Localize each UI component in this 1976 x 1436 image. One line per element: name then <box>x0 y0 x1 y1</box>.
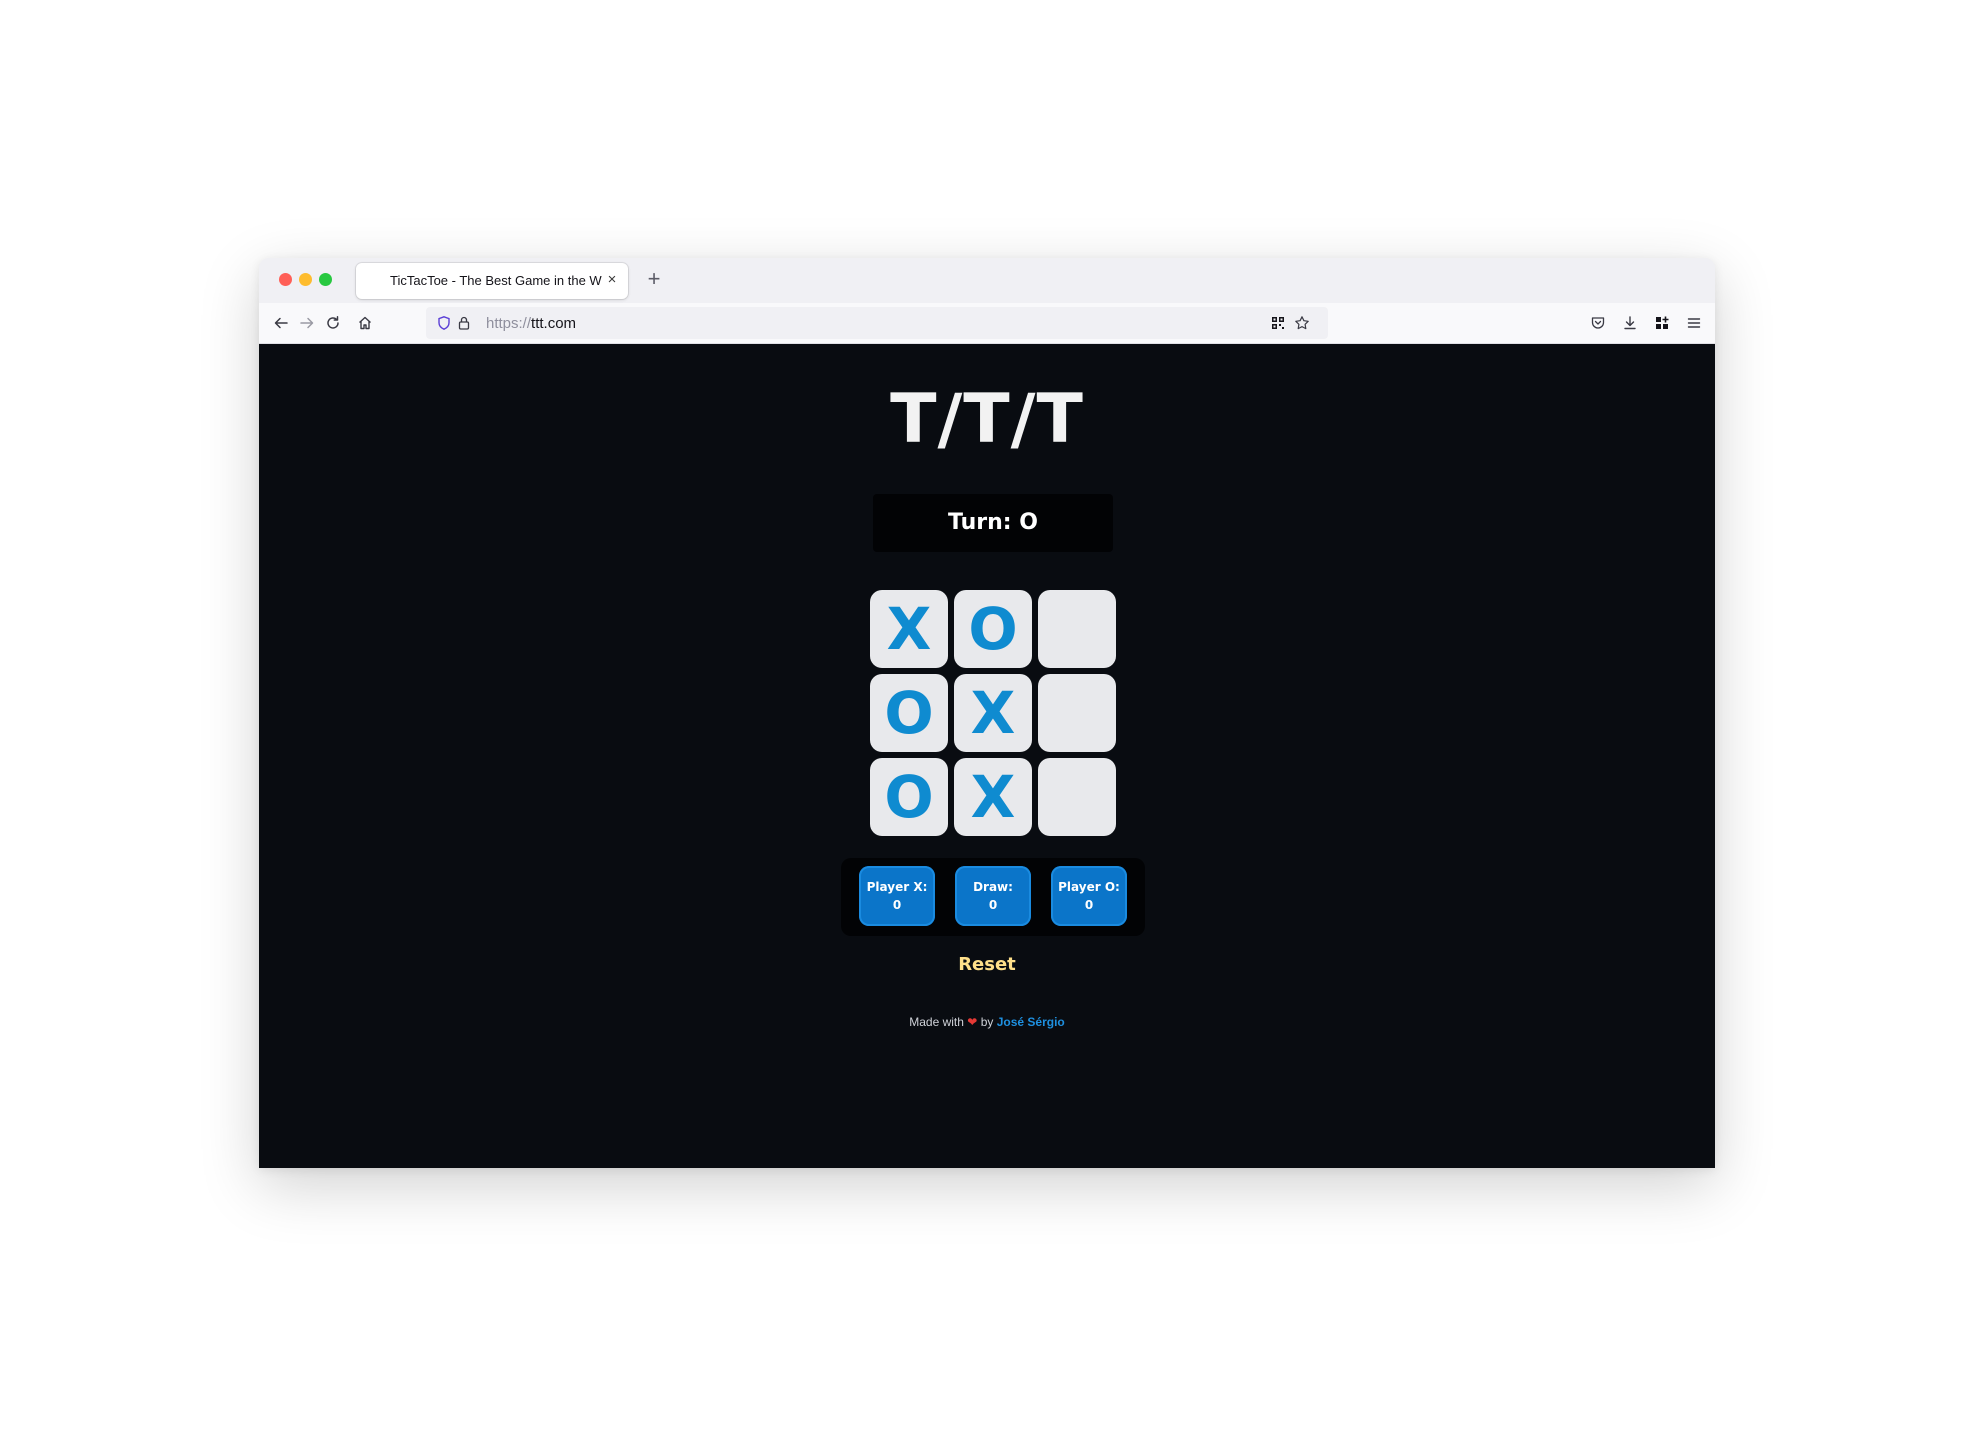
board-cell-1[interactable]: X <box>870 590 948 668</box>
player-x-score-value: 0 <box>892 898 902 912</box>
page-content: T/T/T Turn: O X O O X O X Player X: 0 Dr… <box>259 344 1715 1168</box>
heart-icon: ❤ <box>967 1015 978 1029</box>
player-x-score-label: Player X: <box>866 880 928 894</box>
tab-title: TicTacToe - The Best Game in the Wo <box>390 273 602 288</box>
board-cell-9[interactable] <box>1038 758 1116 836</box>
url-host: ttt.com <box>531 315 577 332</box>
draw-score[interactable]: Draw: 0 <box>955 866 1031 926</box>
bookmark-star-icon[interactable] <box>1290 311 1314 335</box>
draw-score-label: Draw: <box>973 880 1013 894</box>
reset-button[interactable]: Reset <box>259 954 1715 975</box>
board-cell-7[interactable]: O <box>870 758 948 836</box>
forward-icon[interactable] <box>295 311 319 335</box>
menu-icon[interactable] <box>1682 311 1706 335</box>
url-scheme: https:// <box>486 315 532 332</box>
player-x-score[interactable]: Player X: 0 <box>859 866 935 926</box>
close-window-button[interactable] <box>279 273 292 286</box>
home-icon[interactable] <box>353 311 377 335</box>
footer-made-with: Made with <box>909 1015 964 1029</box>
board-cell-5[interactable]: X <box>954 674 1032 752</box>
maximize-window-button[interactable] <box>319 273 332 286</box>
reload-icon[interactable] <box>321 311 345 335</box>
scoreboard: Player X: 0 Draw: 0 Player O: 0 <box>841 858 1145 936</box>
extensions-icon[interactable] <box>1650 311 1674 335</box>
url-field[interactable]: https://ttt.com <box>486 315 576 332</box>
author-link[interactable]: José Sérgio <box>997 1015 1065 1029</box>
qr-code-icon[interactable] <box>1266 311 1290 335</box>
game-board: X O O X O X <box>870 590 1116 836</box>
navigation-toolbar: https://ttt.com <box>259 303 1715 344</box>
player-o-score-value: 0 <box>1084 898 1094 912</box>
download-icon[interactable] <box>1618 311 1642 335</box>
board-cell-6[interactable] <box>1038 674 1116 752</box>
footer-credit: Made with ❤ by José Sérgio <box>259 1015 1715 1029</box>
new-tab-button[interactable]: + <box>642 267 666 291</box>
back-icon[interactable] <box>269 311 293 335</box>
board-cell-2[interactable]: O <box>954 590 1032 668</box>
player-o-score[interactable]: Player O: 0 <box>1051 866 1127 926</box>
close-tab-icon[interactable]: × <box>604 272 620 288</box>
board-cell-3[interactable] <box>1038 590 1116 668</box>
minimize-window-button[interactable] <box>299 273 312 286</box>
tab-bar: TicTacToe - The Best Game in the Wo × + <box>259 258 1715 303</box>
draw-score-value: 0 <box>988 898 998 912</box>
pocket-icon[interactable] <box>1586 311 1610 335</box>
board-cell-4[interactable]: O <box>870 674 948 752</box>
footer-by: by <box>980 1015 994 1029</box>
turn-indicator: Turn: O <box>873 494 1113 552</box>
board-cell-8[interactable]: X <box>954 758 1032 836</box>
address-bar[interactable]: https://ttt.com <box>426 307 1328 339</box>
lock-icon[interactable] <box>452 311 476 335</box>
browser-window: TicTacToe - The Best Game in the Wo × + … <box>259 258 1715 1168</box>
app-logo: T/T/T <box>890 380 1084 459</box>
browser-tab[interactable]: TicTacToe - The Best Game in the Wo × <box>356 263 628 299</box>
player-o-score-label: Player O: <box>1058 880 1120 894</box>
